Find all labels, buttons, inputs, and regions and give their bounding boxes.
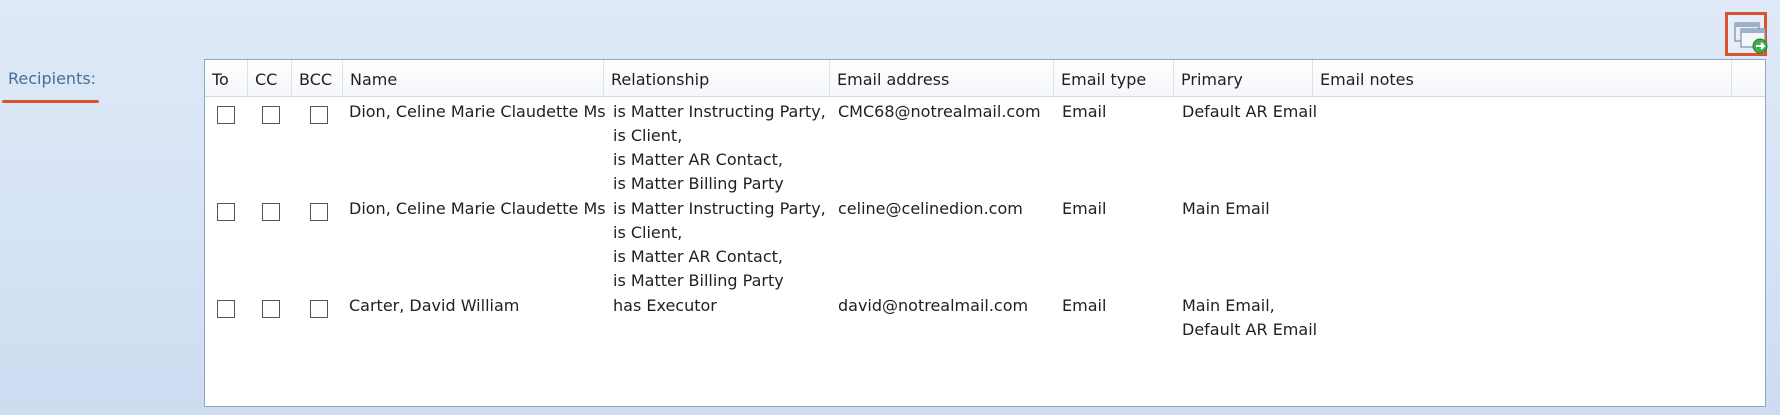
bcc-checkbox[interactable] <box>310 300 328 318</box>
column-header-name[interactable]: Name <box>343 60 604 96</box>
bcc-checkbox[interactable] <box>310 203 328 221</box>
primary-cell: Default AR Email <box>1182 100 1317 124</box>
relationship-cell: has Executor <box>613 294 717 318</box>
email-address: celine@celinedion.com <box>838 199 1023 218</box>
table-row[interactable]: Dion, Celine Marie Claudette Ms is Matte… <box>205 197 1765 293</box>
bcc-checkbox[interactable] <box>310 106 328 124</box>
column-header-relationship[interactable]: Relationship <box>604 60 830 96</box>
cc-checkbox[interactable] <box>262 300 280 318</box>
primary-cell: Main Email, Default AR Email <box>1182 294 1317 342</box>
email-type: Email <box>1062 296 1107 315</box>
recipients-label-underline <box>2 100 99 103</box>
email-address: david@notrealmail.com <box>838 296 1029 315</box>
email-address: CMC68@notrealmail.com <box>838 102 1041 121</box>
primary-line: Default AR Email <box>1182 320 1318 339</box>
recipients-grid: To CC BCC Name Relationship Email addres… <box>204 59 1766 407</box>
cc-checkbox[interactable] <box>262 106 280 124</box>
to-checkbox[interactable] <box>217 203 235 221</box>
primary-cell: Main Email <box>1182 197 1270 221</box>
column-header-cc[interactable]: CC <box>248 60 292 96</box>
relationship-line: has Executor <box>613 296 717 315</box>
email-type: Email <box>1062 102 1107 121</box>
relationship-cell: is Matter Instructing Party, is Client, … <box>613 197 826 293</box>
relationship-line: is Matter Billing Party <box>613 174 784 193</box>
relationship-line: is Matter Instructing Party, <box>613 102 826 121</box>
to-checkbox[interactable] <box>217 300 235 318</box>
relationship-cell: is Matter Instructing Party, is Client, … <box>613 100 826 196</box>
table-row[interactable]: Dion, Celine Marie Claudette Ms is Matte… <box>205 100 1765 196</box>
table-row[interactable]: Carter, David William has Executor david… <box>205 294 1765 354</box>
column-header-to[interactable]: To <box>205 60 248 96</box>
cc-checkbox[interactable] <box>262 203 280 221</box>
recipient-name: Dion, Celine Marie Claudette Ms <box>349 102 606 121</box>
column-header-primary[interactable]: Primary <box>1174 60 1313 96</box>
column-header-email-notes[interactable]: Email notes <box>1313 60 1732 96</box>
column-header-filler <box>1732 60 1765 96</box>
primary-line: Default AR Email <box>1182 102 1318 121</box>
window-add-icon <box>1734 22 1768 54</box>
relationship-line: is Client, <box>613 223 683 242</box>
relationship-line: is Client, <box>613 126 683 145</box>
relationship-line: is Matter Billing Party <box>613 271 784 290</box>
grid-header: To CC BCC Name Relationship Email addres… <box>205 60 1765 97</box>
to-checkbox[interactable] <box>217 106 235 124</box>
column-header-bcc[interactable]: BCC <box>292 60 343 96</box>
relationship-line: is Matter Instructing Party, <box>613 199 826 218</box>
column-header-email-type[interactable]: Email type <box>1054 60 1174 96</box>
relationship-line: is Matter AR Contact, <box>613 247 784 266</box>
recipient-name: Carter, David William <box>349 296 520 315</box>
relationship-line: is Matter AR Contact, <box>613 150 784 169</box>
add-recipient-button[interactable] <box>1725 12 1768 56</box>
email-type: Email <box>1062 199 1107 218</box>
column-header-email-address[interactable]: Email address <box>830 60 1054 96</box>
recipients-label: Recipients: <box>8 69 97 88</box>
primary-line: Main Email <box>1182 199 1270 218</box>
recipient-name: Dion, Celine Marie Claudette Ms <box>349 199 606 218</box>
primary-line: Main Email, <box>1182 296 1275 315</box>
